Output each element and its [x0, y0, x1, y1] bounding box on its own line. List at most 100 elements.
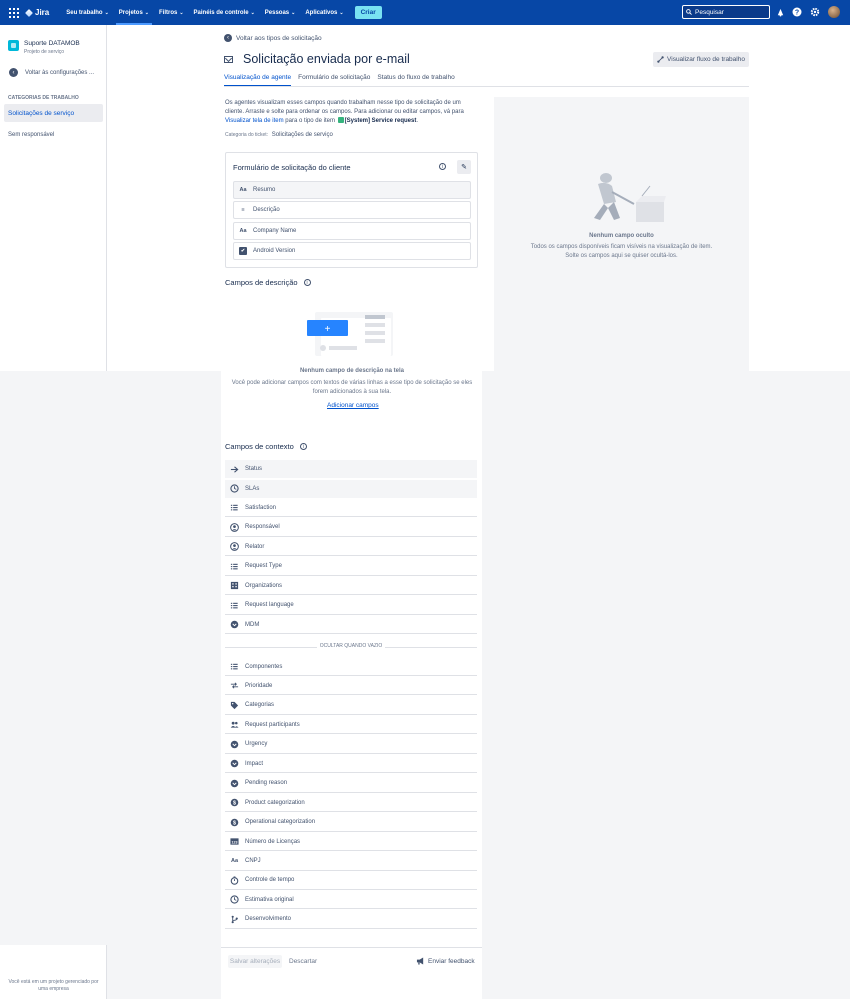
- number-icon: 123: [230, 837, 239, 846]
- user-avatar[interactable]: [828, 6, 840, 18]
- view-issue-screen-link[interactable]: Visualizar tela de item: [225, 118, 284, 124]
- description-fields-heading: Campos de descrição i: [225, 278, 311, 287]
- dot-icon: [230, 779, 239, 788]
- megaphone-icon: [416, 957, 424, 965]
- building-icon: [230, 581, 239, 590]
- context-field-row[interactable]: Estimativa original: [225, 891, 477, 910]
- description-empty-title: Nenhum campo de descrição na tela: [299, 368, 405, 374]
- info-icon[interactable]: i: [303, 279, 311, 286]
- page-title: Solicitação enviada por e-mail: [243, 52, 410, 66]
- nav-item-1[interactable]: Projetos ⌄: [114, 0, 154, 25]
- discard-button[interactable]: Descartar: [289, 958, 317, 965]
- context-field-row[interactable]: Impact: [225, 755, 477, 774]
- field-type-icon: ≡: [241, 207, 245, 214]
- edit-pencil-icon[interactable]: ✎: [457, 160, 471, 174]
- dollar-icon: $: [230, 818, 239, 827]
- context-field-label: Responsável: [245, 524, 280, 530]
- create-button[interactable]: Criar: [354, 6, 382, 19]
- arrow-left-icon: ‹: [9, 68, 18, 77]
- context-field-row[interactable]: $ Product categorization: [225, 794, 477, 813]
- project-header[interactable]: Suporte DATAMOB Projeto de serviço: [8, 40, 80, 55]
- context-field-row[interactable]: Request language: [225, 597, 477, 615]
- context-field-row[interactable]: Organizations: [225, 577, 477, 595]
- context-field-row[interactable]: Request Type: [225, 558, 477, 576]
- context-field-row[interactable]: Componentes: [225, 658, 477, 676]
- arrow-icon: [230, 465, 239, 474]
- project-avatar-icon: [8, 40, 19, 51]
- context-field-row[interactable]: Desenvolvimento: [225, 911, 477, 929]
- form-field[interactable]: Aa Resumo: [233, 181, 471, 199]
- svg-text:$: $: [233, 820, 236, 826]
- send-feedback-button[interactable]: Enviar feedback: [416, 957, 475, 965]
- context-field-row[interactable]: Urgency: [225, 736, 477, 754]
- form-field[interactable]: ✔ Android Version: [233, 241, 471, 260]
- context-field-row[interactable]: Pending reason: [225, 775, 477, 793]
- context-field-row[interactable]: Status: [225, 460, 477, 478]
- view-workflow-button[interactable]: Visualizar fluxo de trabalho: [653, 52, 749, 67]
- form-field[interactable]: Aa Company Name: [233, 221, 471, 240]
- branch-icon: [230, 915, 239, 924]
- arrow-left-icon: ‹: [224, 34, 232, 42]
- save-changes-button[interactable]: Salvar alterações: [228, 955, 282, 968]
- add-fields-link[interactable]: Adicionar campos: [327, 402, 379, 409]
- info-icon[interactable]: i: [439, 163, 446, 170]
- search-placeholder: Pesquisar: [695, 8, 724, 16]
- customer-request-form-card: Formulário de solicitação do cliente i ✎…: [225, 152, 478, 268]
- list-icon: [230, 601, 239, 610]
- field-type-icon: Aa: [239, 227, 247, 234]
- context-field-row[interactable]: Request participants: [225, 716, 477, 735]
- context-field-row[interactable]: Prioridade: [225, 677, 477, 696]
- app-switcher-icon[interactable]: [9, 7, 19, 18]
- context-field-row[interactable]: 123 Número de Licenças: [225, 833, 477, 852]
- info-icon[interactable]: i: [299, 443, 307, 450]
- project-name: Suporte DATAMOB: [24, 40, 80, 47]
- context-field-row[interactable]: Aa CNPJ: [225, 853, 477, 871]
- nav-item-0[interactable]: Seu trabalho ⌄: [61, 0, 114, 25]
- nav-item-4[interactable]: Pessoas ⌄: [260, 0, 301, 25]
- dot-icon: [230, 740, 239, 749]
- footer-bar: Salvar alterações Descartar Enviar feedb…: [221, 947, 482, 973]
- chevron-down-icon: ⌄: [250, 9, 255, 16]
- context-field-label: Estimativa original: [245, 896, 294, 903]
- context-field-row[interactable]: MDM: [225, 616, 477, 634]
- context-field-label: Product categorization: [245, 799, 305, 806]
- chevron-down-icon: ⌄: [179, 9, 184, 16]
- help-icon[interactable]: ?: [792, 7, 802, 17]
- context-field-row[interactable]: SLAs: [225, 479, 477, 498]
- nav-item-2[interactable]: Filtros ⌄: [154, 0, 189, 25]
- svg-text:?: ?: [795, 10, 799, 17]
- context-field-label: Componentes: [245, 663, 283, 670]
- nav-item-5[interactable]: Aplicativos ⌄: [300, 0, 348, 25]
- hide-when-empty-divider: OCULTAR QUANDO VAZIO: [225, 642, 477, 652]
- form-field[interactable]: ≡ Descrição: [233, 201, 471, 220]
- context-field-row[interactable]: Relator: [225, 538, 477, 556]
- form-field-label: Android Version: [253, 247, 296, 254]
- swap-icon: [230, 681, 239, 690]
- settings-gear-icon[interactable]: [810, 7, 820, 17]
- search-input[interactable]: Pesquisar: [682, 5, 770, 19]
- hidden-fields-panel[interactable]: [494, 97, 749, 967]
- context-field-row[interactable]: $ Operational categorization: [225, 814, 477, 832]
- field-type-icon: Aa: [239, 187, 247, 193]
- context-field-row[interactable]: Controle de tempo: [225, 872, 477, 890]
- sidebar-item-unassigned[interactable]: Sem responsável: [8, 132, 54, 138]
- jira-logo[interactable]: Jira: [25, 8, 49, 17]
- nav-item-3[interactable]: Painéis de controle ⌄: [189, 0, 260, 25]
- back-to-request-types-link[interactable]: ‹ Voltar aos tipos de solicitação: [224, 34, 322, 42]
- empty-description-illustration: +: [307, 312, 393, 356]
- tag-icon: [230, 701, 239, 710]
- context-field-label: MDM: [245, 621, 260, 628]
- context-field-row[interactable]: Satisfaction: [225, 499, 477, 517]
- description-empty-text: Você pode adicionar campos com textos de…: [231, 380, 473, 395]
- back-to-settings-link[interactable]: ‹ Voltar às configurações ...: [9, 68, 94, 77]
- search-icon: [686, 9, 692, 15]
- context-field-label: Impact: [245, 760, 264, 767]
- sidebar-item-service-requests[interactable]: Solicitações de serviço: [4, 104, 103, 122]
- context-field-label: Urgency: [245, 741, 268, 748]
- context-field-row[interactable]: Responsável: [225, 519, 477, 537]
- intro-text: Os agentes visualizam esses campos quand…: [225, 100, 464, 124]
- context-field-row[interactable]: Categorias: [225, 697, 477, 715]
- project-type: Projeto de serviço: [24, 49, 65, 55]
- notifications-icon[interactable]: [775, 7, 785, 17]
- context-field-label: Prioridade: [245, 682, 273, 689]
